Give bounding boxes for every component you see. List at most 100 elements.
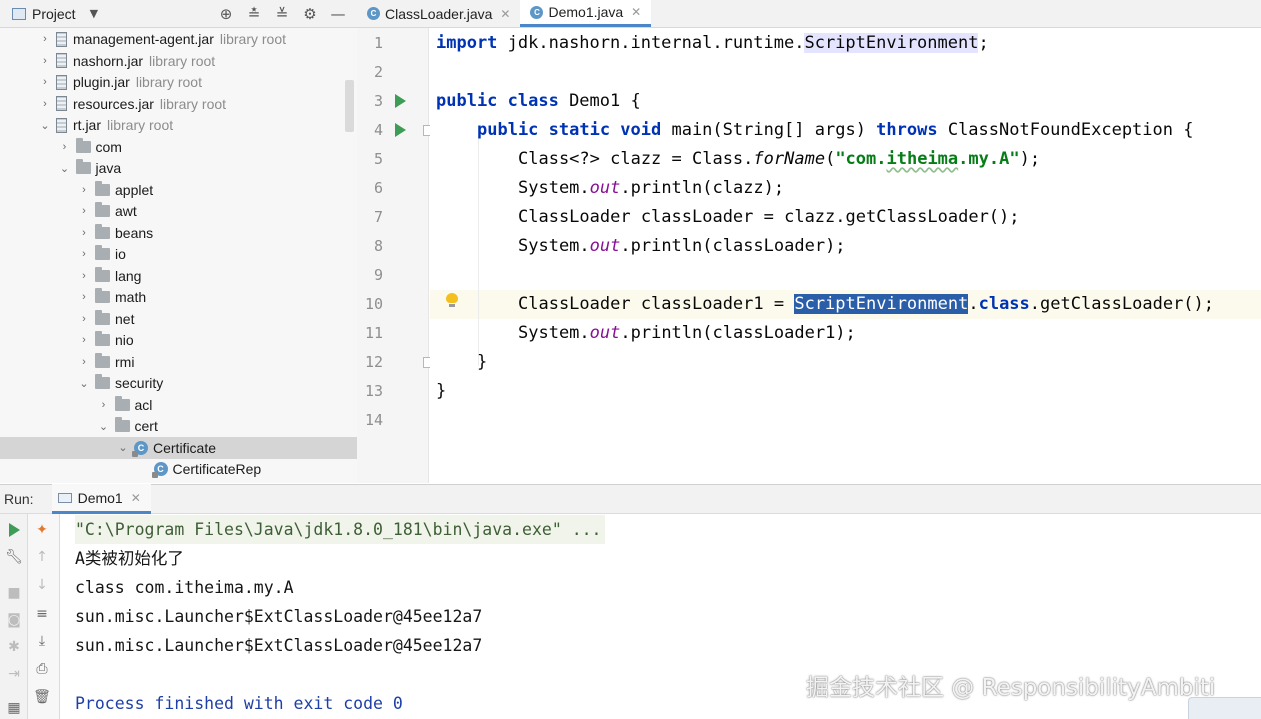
layout-icon[interactable]: ▦ [5, 699, 23, 717]
chevron-right-icon[interactable]: › [38, 98, 52, 110]
tree-item-label: rt.jar [73, 117, 101, 134]
code-line-4: public static void main(String[] args) t… [477, 120, 1194, 140]
wrench-icon[interactable]: 🔧︎ [5, 548, 23, 566]
chevron-right-icon[interactable]: › [58, 141, 72, 153]
tab-label: Demo1.java [548, 4, 624, 20]
chevron-down-icon[interactable]: ⌄ [77, 377, 91, 390]
run-main-icon[interactable] [395, 123, 406, 137]
chevron-right-icon[interactable]: › [38, 55, 52, 67]
chevron-right-icon[interactable]: › [97, 399, 111, 411]
code-line-1: import jdk.nashorn.internal.runtime.Scri… [436, 33, 989, 53]
project-tree-scrollbar[interactable] [345, 80, 354, 132]
package-folder-icon [95, 223, 110, 239]
tab-demo1-java[interactable]: C Demo1.java ✕ [520, 0, 652, 27]
chevron-right-icon[interactable]: › [77, 205, 91, 217]
line-number: 13 [364, 382, 383, 400]
chevron-right-icon[interactable]: › [77, 356, 91, 368]
chevron-right-icon[interactable]: › [77, 313, 91, 325]
tree-item-certificate[interactable]: ⌄ C Certificate [0, 437, 357, 459]
expand-all-icon[interactable]: ≛ [245, 5, 263, 23]
library-root-hint: library root [159, 95, 227, 112]
run-toolbar-secondary: ✦ ↑ ↓ ≡ ⤓ ⎙ 🗑︎ [28, 514, 60, 719]
tree-item-certificaterep[interactable]: ›CCertificateRep [0, 459, 357, 481]
bug-icon[interactable]: ✱ [5, 638, 23, 656]
exit-icon[interactable]: ⇥ [5, 665, 23, 683]
selected-text: ScriptEnvironment [794, 294, 969, 314]
tree-item-com[interactable]: › com [0, 136, 357, 158]
code-line-5: Class<?> clazz = Class.forName("com.ithe… [518, 149, 1041, 169]
jar-archive-icon [56, 117, 67, 133]
close-tab-icon[interactable]: ✕ [631, 5, 641, 19]
tree-item-awt[interactable]: › awt [0, 201, 357, 223]
close-tab-icon[interactable]: ✕ [500, 7, 510, 21]
soft-wrap-icon[interactable]: ≡ [33, 605, 51, 623]
line-number: 1 [373, 34, 383, 52]
tree-item-plugin-jar[interactable]: › plugin.jar library root [0, 72, 357, 94]
chevron-down-icon[interactable]: ⌄ [116, 441, 130, 454]
code-editor[interactable]: import jdk.nashorn.internal.runtime.Scri… [430, 28, 1261, 483]
chevron-right-icon[interactable]: › [77, 291, 91, 303]
tree-item-net[interactable]: › net [0, 308, 357, 330]
locate-file-icon[interactable]: ⊕ [217, 5, 235, 23]
tree-item-math[interactable]: › math [0, 287, 357, 309]
tab-classloader-java[interactable]: C ClassLoader.java ✕ [357, 0, 520, 27]
up-arrow-icon[interactable]: ↑ [33, 548, 51, 566]
chevron-right-icon[interactable]: › [77, 227, 91, 239]
trash-icon[interactable]: 🗑︎ [33, 688, 51, 706]
rerun-icon[interactable] [5, 521, 23, 539]
project-view-dropdown-icon[interactable]: ▼ [90, 7, 98, 20]
line-number: 2 [373, 63, 383, 81]
chevron-right-icon[interactable]: › [77, 248, 91, 260]
tree-item-resources-jar[interactable]: › resources.jar library root [0, 93, 357, 115]
project-panel-title[interactable]: Project [32, 6, 76, 22]
tree-item-rmi[interactable]: › rmi [0, 351, 357, 373]
run-toolbar-primary: 🔧︎ ■ ◙ ✱ ⇥ ▦ [0, 514, 28, 719]
chevron-right-icon[interactable]: › [77, 334, 91, 346]
run-tab-demo1[interactable]: Demo1 ✕ [51, 484, 151, 514]
tree-item-lang[interactable]: › lang [0, 265, 357, 287]
close-run-tab-icon[interactable]: ✕ [131, 491, 141, 505]
settings-gear-icon[interactable]: ⚙ [301, 5, 319, 23]
hide-panel-icon[interactable]: — [329, 5, 347, 23]
tree-item-java[interactable]: ⌄ java [0, 158, 357, 180]
down-arrow-icon[interactable]: ↓ [33, 576, 51, 594]
chevron-right-icon[interactable]: › [77, 270, 91, 282]
tree-item-cert[interactable]: ⌄ cert [0, 416, 357, 438]
print-icon[interactable]: ⎙ [33, 660, 51, 678]
package-folder-icon [114, 417, 130, 433]
collapse-all-icon[interactable]: ≚ [273, 5, 291, 23]
camera-icon[interactable]: ◙ [5, 611, 23, 629]
tree-item-security[interactable]: ⌄ security [0, 373, 357, 395]
run-class-icon[interactable] [395, 94, 406, 108]
tree-item-nio[interactable]: › nio [0, 330, 357, 352]
chevron-down-icon[interactable]: ⌄ [58, 162, 72, 175]
project-panel-header: Project ▼ ⊕ ≛ ≚ ⚙ — [0, 0, 357, 28]
lightbulb-icon[interactable] [446, 293, 458, 307]
stop-icon[interactable]: ■ [5, 584, 23, 602]
tree-item-label: rmi [115, 353, 135, 370]
chevron-right-icon[interactable]: › [77, 184, 91, 196]
tree-item-acl[interactable]: › acl [0, 394, 357, 416]
tree-item-nashorn-jar[interactable]: › nashorn.jar library root [0, 50, 357, 72]
tree-item-beans[interactable]: › beans [0, 222, 357, 244]
editor-gutter[interactable]: 1 2 3 4 5 6 7 8 9 10 11 12 13 14 [357, 28, 434, 483]
package-folder-icon [95, 245, 110, 261]
tree-item-rt-jar[interactable]: ⌄ rt.jar library root [0, 115, 357, 137]
tree-item-io[interactable]: › io [0, 244, 357, 266]
tree-item-management-agent-jar[interactable]: › management-agent.jar library root [0, 29, 357, 51]
run-panel-label: Run: [4, 491, 34, 507]
chevron-down-icon[interactable]: ⌄ [38, 119, 52, 132]
chevron-right-icon[interactable]: › [38, 76, 52, 88]
code-line-8: System.out.println(classLoader); [518, 236, 846, 256]
tree-item-applet[interactable]: › applet [0, 179, 357, 201]
tree-item-label: math [115, 289, 147, 306]
scroll-to-end-icon[interactable]: ⤓ [33, 632, 51, 650]
console-icon [57, 492, 72, 503]
debug-settings-icon[interactable]: ✦ [33, 521, 51, 539]
package-folder-icon [95, 266, 110, 282]
project-tree: › management-agent.jar library root › nashor… [0, 28, 357, 483]
tree-item-label: io [115, 246, 126, 263]
chevron-right-icon[interactable]: › [38, 33, 52, 45]
package-folder-icon [75, 137, 91, 153]
chevron-down-icon[interactable]: ⌄ [97, 420, 111, 433]
